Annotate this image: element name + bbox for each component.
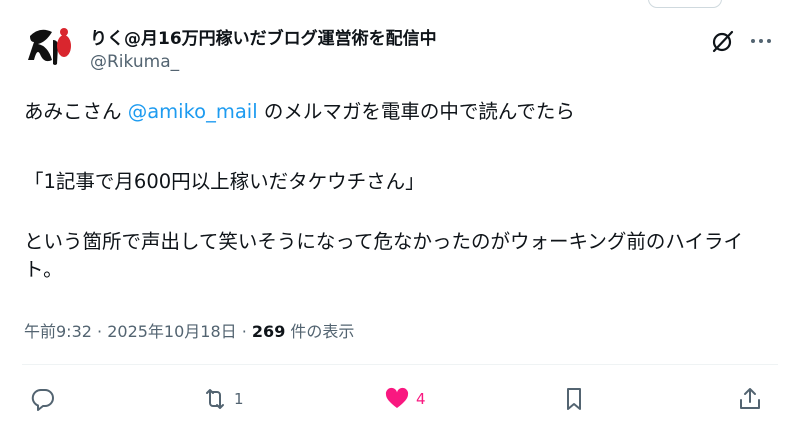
tweet-time[interactable]: 午前9:32 [24,322,92,341]
grok-icon[interactable] [710,28,736,54]
like-button[interactable]: 4 [384,384,426,414]
share-icon [740,388,760,409]
heart-icon [385,387,409,408]
tweet-text-segment: あみこさん [24,100,128,123]
share-button[interactable] [737,384,763,414]
more-icon[interactable] [748,28,774,54]
tweet-meta: 午前9:32 · 2025年10月18日 · 269 件の表示 [24,318,354,342]
display-name[interactable]: りく@月16万円稼いだブログ運営術を配信中 [90,24,437,49]
reply-icon [31,388,54,411]
retweet-icon [206,389,224,409]
like-count: 4 [416,390,426,408]
tweet-date[interactable]: 2025年10月18日 [107,322,236,341]
tweet-closing: という箇所で声出して笑いそうになって危なかったのがウォーキング前のハイライト。 [24,230,743,281]
user-handle[interactable]: @Rikuma_ [90,52,179,72]
bookmark-button[interactable] [561,384,587,414]
divider [22,364,778,365]
retweet-count: 1 [234,390,244,408]
views-count[interactable]: 269 [252,322,285,341]
tweet-header: りく@月16万円稼いだブログ運営術を配信中 @Rikuma_ [0,0,800,90]
tweet-line-1: あみこさん @amiko_mail のメルマガを電車の中で読んでたら [24,98,575,126]
tweet-text-segment: のメルマガを電車の中で読んでたら [257,100,575,123]
bookmark-icon [567,388,581,410]
reply-button[interactable] [30,384,62,414]
meta-separator: · [236,322,252,341]
retweet-button[interactable]: 1 [202,384,244,414]
meta-separator: · [91,322,108,341]
tweet-quote-line: 「1記事で月600円以上稼いだタケウチさん」 [24,170,425,193]
mention-link[interactable]: @amiko_mail [128,100,258,123]
views-label[interactable]: 件の表示 [285,322,354,341]
avatar[interactable] [22,20,76,74]
